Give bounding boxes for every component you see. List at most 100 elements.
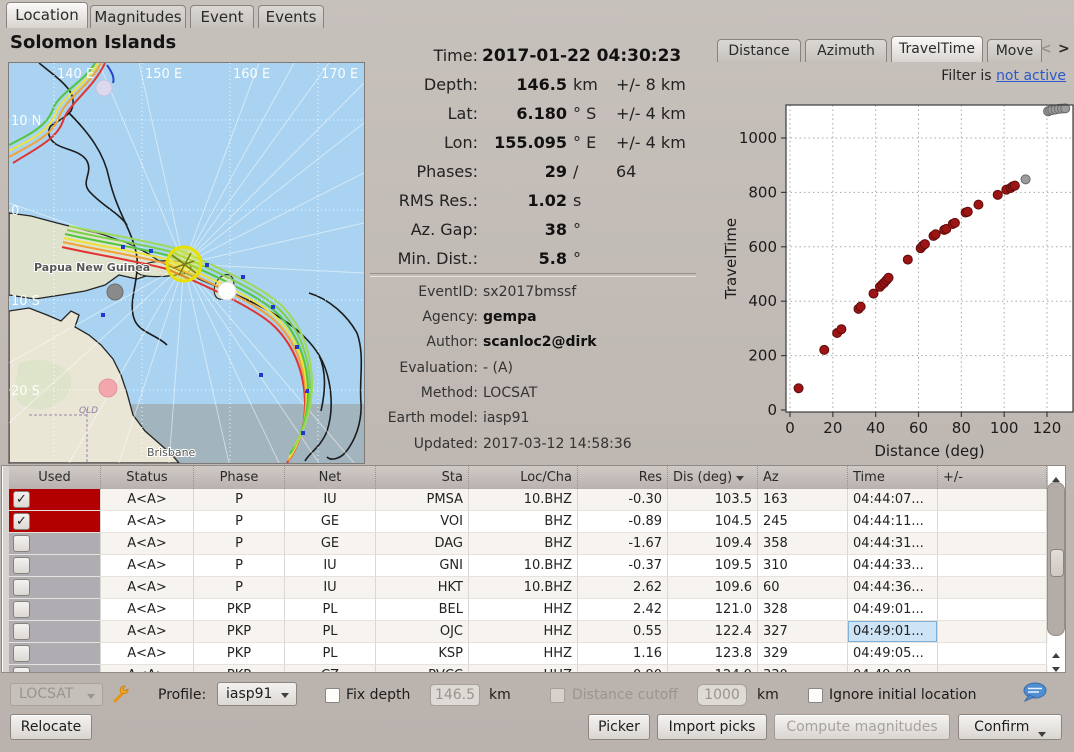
data-point-used[interactable] (963, 207, 972, 216)
cell-status[interactable]: A<A> (101, 621, 194, 643)
cell-phase[interactable]: PKP (194, 665, 285, 673)
event-map[interactable]: 140 E 150 E 160 E 170 E 10 N 0 10 S 20 S… (8, 62, 365, 464)
tab-location[interactable]: Location (6, 2, 88, 28)
used-checkbox[interactable] (13, 557, 30, 574)
cell-phase[interactable]: PKP (194, 599, 285, 621)
cell-used[interactable] (9, 665, 101, 673)
cell-sta[interactable]: PVCC (376, 665, 469, 673)
cell-pm[interactable] (938, 665, 1047, 673)
picker-button[interactable]: Picker (588, 714, 650, 740)
column-header-res[interactable]: Res (578, 466, 668, 489)
table-row[interactable]: A<A>PIUHKT10.BHZ2.62109.66004:44:36... (9, 577, 1048, 599)
cell-pm[interactable] (938, 555, 1047, 577)
used-checkbox[interactable] (13, 623, 30, 640)
data-point-used[interactable] (856, 302, 865, 311)
cell-net[interactable]: PL (285, 621, 376, 643)
table-row[interactable]: A<A>PIUGNI10.BHZ-0.37109.531004:44:33... (9, 555, 1048, 577)
cell-dis[interactable]: 123.8 (668, 643, 758, 665)
cell-az[interactable]: 329 (758, 643, 848, 665)
cell-status[interactable]: A<A> (101, 577, 194, 599)
cell-cha[interactable]: 10.BHZ (469, 555, 578, 577)
table-scrollbar[interactable] (1046, 467, 1065, 671)
cell-time[interactable]: 04:49:08... (848, 665, 938, 673)
column-header-phase[interactable]: Phase (194, 466, 285, 489)
used-checkbox[interactable]: ✓ (13, 491, 30, 508)
cell-pm[interactable] (938, 621, 1047, 643)
cell-dis[interactable]: 124.9 (668, 665, 758, 673)
plot-tab-azimuth[interactable]: Azimuth (805, 39, 887, 62)
cell-sta[interactable]: OJC (376, 621, 469, 643)
fix-depth-checkbox[interactable] (325, 688, 340, 703)
cell-status[interactable]: A<A> (101, 599, 194, 621)
cell-az[interactable]: 60 (758, 577, 848, 599)
cell-res[interactable]: 0.55 (578, 621, 668, 643)
cell-az[interactable]: 327 (758, 621, 848, 643)
plot-tab-move[interactable]: Move (987, 39, 1042, 62)
cell-cha[interactable]: HHZ (469, 665, 578, 673)
cell-status[interactable]: A<A> (101, 533, 194, 555)
cell-used[interactable] (9, 533, 101, 555)
cell-dis[interactable]: 109.5 (668, 555, 758, 577)
cell-res[interactable]: 2.62 (578, 577, 668, 599)
cell-pm[interactable] (938, 577, 1047, 599)
data-point-used[interactable] (884, 273, 893, 282)
distance-cutoff-input[interactable]: 1000 (697, 684, 747, 706)
cell-cha[interactable]: BHZ (469, 533, 578, 555)
station-dot-gray[interactable] (107, 284, 123, 300)
column-header-dis[interactable]: Dis (deg) (668, 466, 758, 489)
data-point-used[interactable] (903, 255, 912, 264)
cell-net[interactable]: GE (285, 511, 376, 533)
cell-dis[interactable]: 122.4 (668, 621, 758, 643)
traveltime-plot[interactable]: 02040608010012002004006008001000Distance… (710, 90, 1074, 470)
fix-depth-input[interactable]: 146.5 (430, 684, 480, 706)
cell-status[interactable]: A<A> (101, 489, 194, 511)
cell-used[interactable] (9, 599, 101, 621)
cell-sta[interactable]: DAG (376, 533, 469, 555)
cell-phase[interactable]: P (194, 511, 285, 533)
cell-az[interactable]: 330 (758, 665, 848, 673)
cell-net[interactable]: GE (285, 533, 376, 555)
used-checkbox[interactable] (13, 601, 30, 618)
cell-sta[interactable]: HKT (376, 577, 469, 599)
distance-cutoff-checkbox[interactable] (550, 688, 565, 703)
relocate-button[interactable]: Relocate (10, 714, 92, 740)
cell-net[interactable]: IU (285, 555, 376, 577)
data-point-used[interactable] (950, 218, 959, 227)
cell-res[interactable]: -1.67 (578, 533, 668, 555)
cell-status[interactable]: A<A> (101, 643, 194, 665)
cell-pm[interactable] (938, 599, 1047, 621)
cell-res[interactable]: 0.90 (578, 665, 668, 673)
scroll-down-button[interactable] (1048, 657, 1063, 669)
data-point-used[interactable] (794, 384, 803, 393)
table-row[interactable]: A<A>PKPPLKSPHHZ1.16123.832904:49:05... (9, 643, 1048, 665)
cell-used[interactable]: ✓ (9, 489, 101, 511)
cell-pm[interactable] (938, 489, 1047, 511)
cell-cha[interactable]: HHZ (469, 621, 578, 643)
cell-time[interactable]: 04:44:33... (848, 555, 938, 577)
confirm-dropdown-icon[interactable] (1038, 732, 1046, 737)
scroll-up-button[interactable] (1048, 467, 1063, 479)
cell-net[interactable]: IU (285, 577, 376, 599)
tab-event[interactable]: Event (190, 5, 254, 28)
station-dot-white[interactable] (218, 282, 236, 300)
locator-settings-icon[interactable] (112, 684, 132, 704)
cell-sta[interactable]: VOI (376, 511, 469, 533)
plot-tab-traveltime[interactable]: TravelTime (891, 36, 983, 62)
cell-cha[interactable]: 10.BHZ (469, 489, 578, 511)
tab-events[interactable]: Events (258, 5, 324, 28)
cell-dis[interactable]: 121.0 (668, 599, 758, 621)
table-row[interactable]: A<A>PKPPLOJCHHZ0.55122.432704:49:01... (9, 621, 1048, 643)
cell-time[interactable]: 04:49:01... (848, 599, 938, 621)
cell-used[interactable]: ✓ (9, 511, 101, 533)
table-row[interactable]: ✓A<A>PGEVOIBHZ-0.89104.524504:44:11... (9, 511, 1048, 533)
cell-net[interactable]: PL (285, 599, 376, 621)
tab-scroll-left[interactable]: < (1040, 41, 1052, 57)
cell-phase[interactable]: PKP (194, 621, 285, 643)
tab-magnitudes[interactable]: Magnitudes (90, 5, 186, 28)
comment-icon[interactable] (1022, 682, 1048, 704)
locator-select[interactable]: LOCSAT (10, 683, 103, 706)
data-point-used[interactable] (993, 190, 1002, 199)
cell-time[interactable]: 04:44:36... (848, 577, 938, 599)
cell-phase[interactable]: P (194, 489, 285, 511)
tab-scroll-right[interactable]: > (1058, 41, 1070, 57)
